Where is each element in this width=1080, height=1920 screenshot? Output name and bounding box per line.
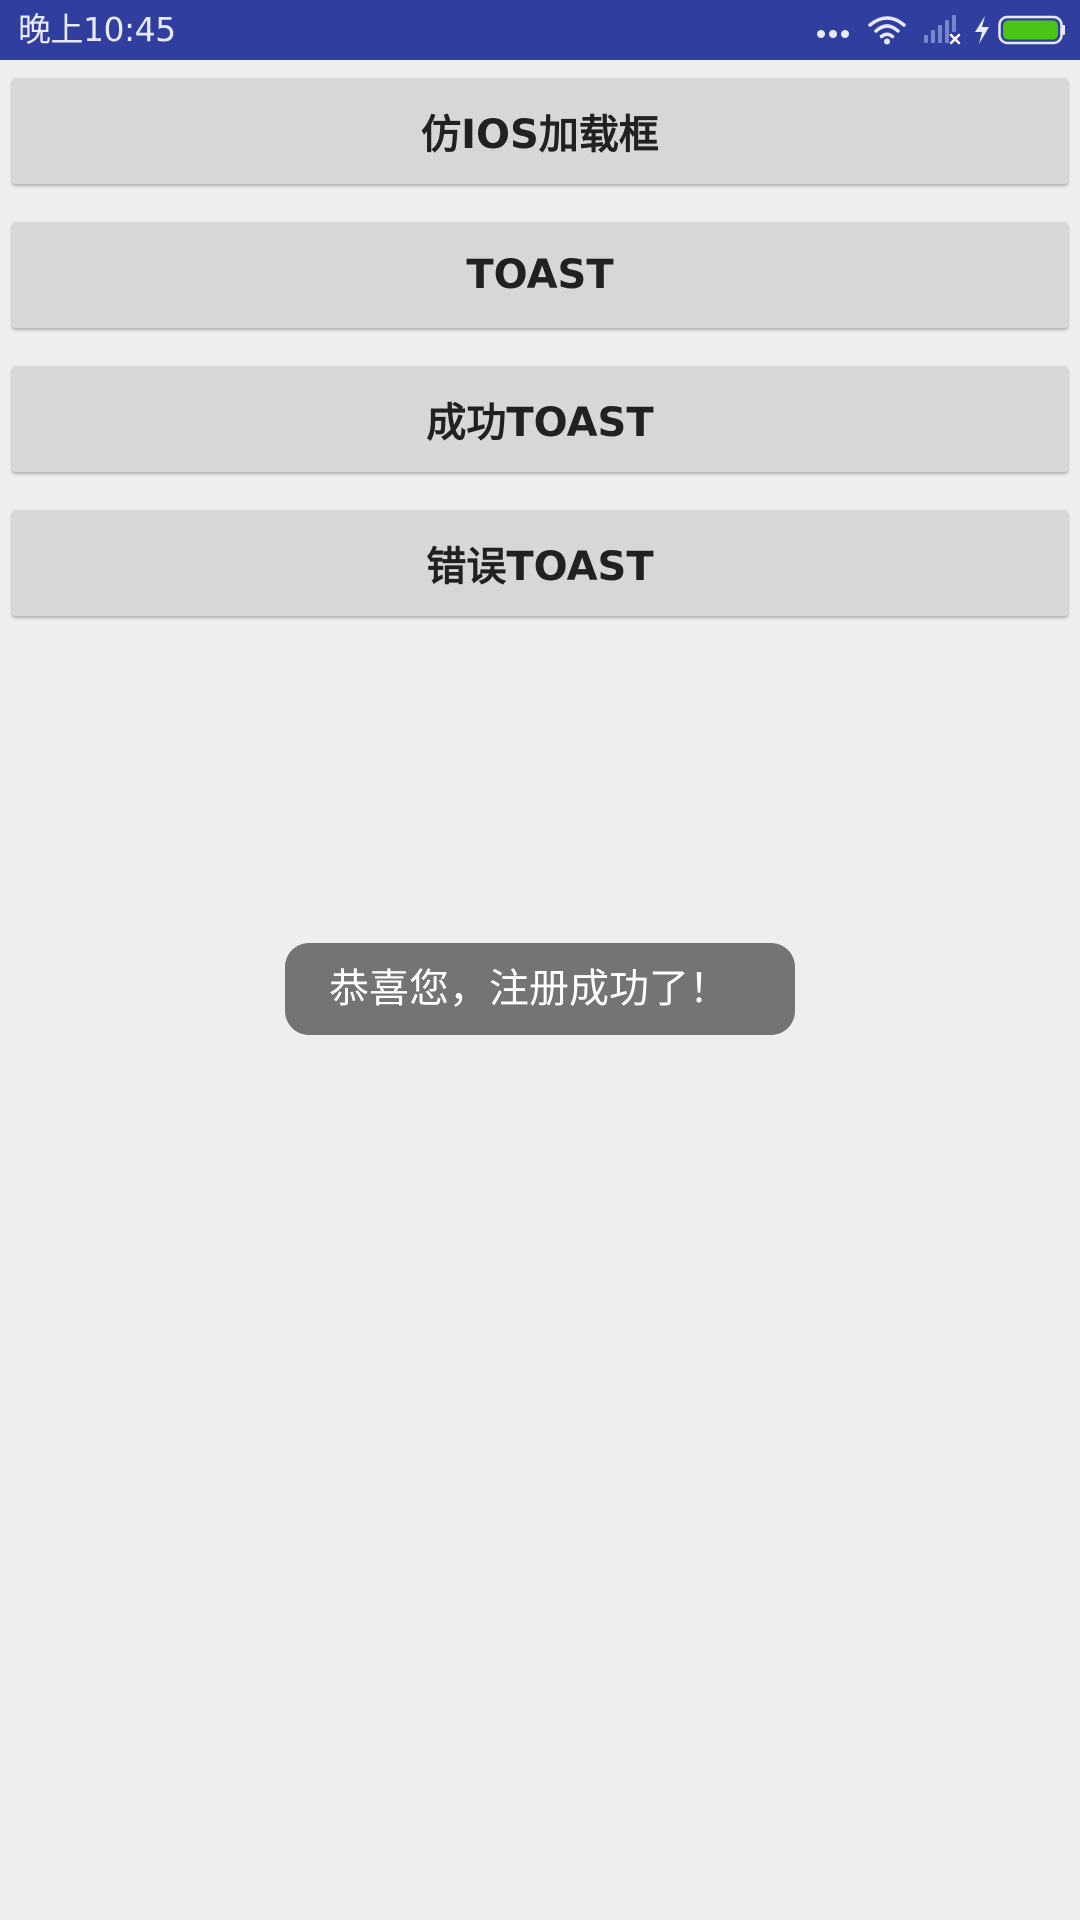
more-dots-icon [817,30,849,38]
charging-bolt-icon [975,16,989,44]
status-bar: 晚上10:45 [0,0,1080,60]
signal-no-sim-icon [924,15,961,45]
success-toast-button[interactable]: 成功TOAST [12,366,1068,472]
toast-button[interactable]: TOAST [12,222,1068,328]
error-toast-button[interactable]: 错误TOAST [12,510,1068,616]
button-list: 仿IOS加载框 TOAST 成功TOAST 错误TOAST [12,78,1068,654]
status-icons [816,0,1066,60]
status-time: 晚上10:45 [18,10,176,49]
toast-message: 恭喜您，注册成功了！ [285,943,795,1035]
wifi-icon [868,16,906,45]
ios-loading-dialog-button[interactable]: 仿IOS加载框 [12,78,1068,184]
battery-icon [998,15,1065,45]
